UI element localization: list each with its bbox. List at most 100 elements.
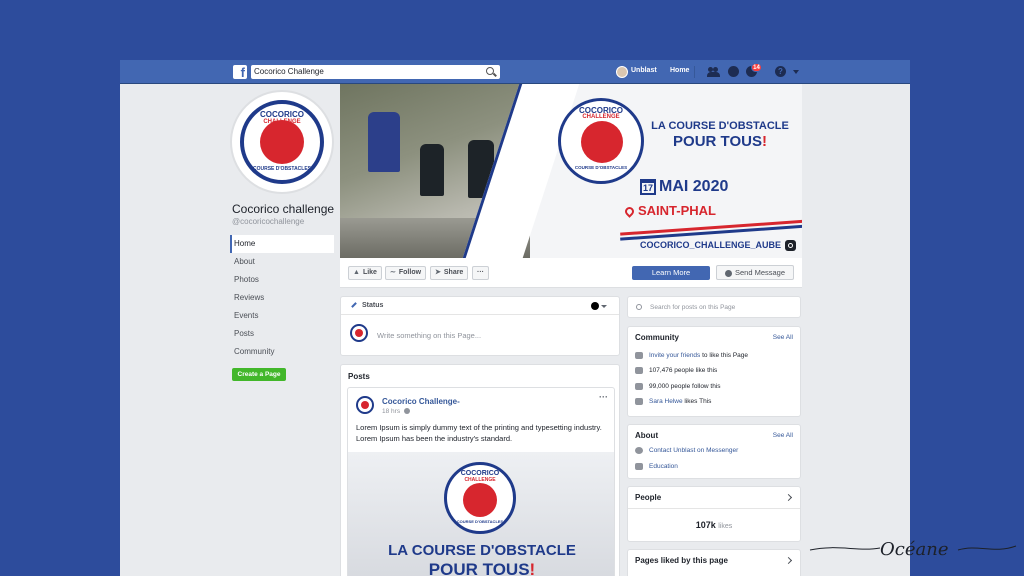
- people-heading: People: [635, 493, 662, 502]
- likes-row: 107,476 people like this: [635, 366, 717, 376]
- like-button[interactable]: ▲ Like: [348, 266, 382, 280]
- search-input-value: Cocorico Challenge: [254, 67, 324, 76]
- create-page-button[interactable]: Create a Page: [232, 368, 286, 381]
- friend-requests-icon[interactable]: [707, 67, 720, 77]
- sidebar-item-reviews[interactable]: Reviews: [230, 289, 334, 307]
- cover-headline: LA COURSE D'OBSTACLE POUR TOUS!: [650, 120, 790, 150]
- send-message-button[interactable]: Send Message: [716, 265, 794, 280]
- rooster-icon: [260, 120, 304, 164]
- follows-count-text: 99,000 people follow this: [649, 383, 721, 390]
- rooster-icon: [463, 483, 497, 517]
- friend-name-link[interactable]: Sara Helwe: [649, 398, 683, 405]
- status-tab-label: Status: [362, 302, 384, 309]
- cover-instagram: COCORICO_CHALLENGE_AUBE: [640, 240, 797, 252]
- invite-friends-link[interactable]: Invite your friends: [649, 352, 700, 359]
- help-icon[interactable]: ?: [775, 66, 786, 77]
- page-search-input[interactable]: Search for posts on this Page: [650, 304, 735, 311]
- contact-messenger-link[interactable]: Contact Unblast on Messenger: [649, 447, 738, 454]
- cover-headline-line2: POUR TOUS!: [650, 133, 790, 150]
- more-options-button[interactable]: ···: [472, 266, 489, 280]
- posts-heading: Posts: [348, 372, 370, 381]
- account-menu-caret-icon[interactable]: [793, 70, 799, 74]
- search-icon: [636, 304, 642, 310]
- community-card: Community See All Invite your friends to…: [627, 326, 801, 417]
- page-profile-picture[interactable]: COCORICO CHALLENGE COURSE D'OBSTACLES: [230, 90, 334, 194]
- page-logo: COCORICO CHALLENGE COURSE D'OBSTACLES: [240, 100, 324, 184]
- post-image[interactable]: COCORICO CHALLENGE COURSE D'OBSTACLES LA…: [348, 452, 614, 576]
- search-input[interactable]: Cocorico Challenge: [251, 65, 500, 79]
- pages-liked-card[interactable]: Pages liked by this page: [627, 549, 801, 576]
- community-heading: Community: [635, 333, 679, 342]
- sidebar-item-home[interactable]: Home: [230, 235, 334, 253]
- audience-selector-icon[interactable]: [591, 302, 599, 310]
- sidebar-item-about[interactable]: About: [230, 253, 334, 271]
- user-avatar[interactable]: [616, 66, 628, 78]
- post-menu-button[interactable]: ···: [599, 392, 608, 402]
- about-heading: About: [635, 431, 659, 440]
- cover-location-text: SAINT-PHAL: [638, 203, 716, 218]
- composer-avatar: [350, 324, 368, 342]
- page-sidebar-menu: Home About Photos Reviews Events Posts C…: [230, 235, 334, 361]
- chevron-right-icon: [784, 556, 793, 565]
- sidebar-item-posts[interactable]: Posts: [230, 325, 334, 343]
- rooster-icon: [581, 121, 623, 163]
- page-posts-search[interactable]: Search for posts on this Page: [627, 296, 801, 318]
- post-body-text: Lorem Ipsum is simply dummy text of the …: [356, 423, 602, 443]
- facebook-logo-icon[interactable]: f: [233, 65, 247, 79]
- sidebar-item-events[interactable]: Events: [230, 307, 334, 325]
- thumbs-up-icon: [635, 366, 643, 374]
- chevron-down-icon[interactable]: [601, 305, 607, 308]
- messenger-icon: [724, 269, 732, 277]
- cover-logo-text-mid: CHALLENGE: [582, 114, 620, 120]
- messenger-icon[interactable]: [728, 66, 739, 77]
- globe-icon: [404, 408, 411, 415]
- share-arrow-icon: ➤: [435, 269, 441, 276]
- cover-date-text: MAI 2020: [659, 178, 729, 195]
- logo-text-bottom: COURSE D'OBSTACLES: [252, 166, 312, 172]
- post-image-headline1: LA COURSE D'OBSTACLE: [388, 542, 576, 559]
- status-tab[interactable]: Status: [341, 297, 619, 315]
- friend-likes-row: Sara Helwe likes This: [635, 397, 711, 407]
- cover-photo[interactable]: COCORICO CHALLENGE COURSE D'OBSTACLES LA…: [340, 84, 802, 258]
- community-see-all-link[interactable]: See All: [773, 334, 793, 341]
- rss-icon: ∼: [390, 269, 396, 276]
- follows-row: 99,000 people follow this: [635, 382, 721, 392]
- people-count-number: 107k: [695, 520, 716, 530]
- search-icon[interactable]: [486, 67, 494, 75]
- sidebar-item-community[interactable]: Community: [230, 343, 334, 361]
- status-input[interactable]: Write something on this Page...: [377, 331, 481, 340]
- invite-friends-icon: [635, 351, 643, 359]
- sidebar-item-photos[interactable]: Photos: [230, 271, 334, 289]
- cover-logo-text-bottom: COURSE D'OBSTACLES: [574, 165, 628, 170]
- page-action-bar: ▲ Like ∼ Follow ➤ Share ··· Learn More Send…: [340, 258, 802, 288]
- post-author-avatar[interactable]: [356, 396, 374, 414]
- post-image-logo: COCORICO CHALLENGE COURSE D'OBSTACLES: [444, 462, 516, 534]
- category-row: Education: [635, 462, 678, 472]
- runner-figure: [368, 112, 400, 172]
- cover-date: 17 MAI 2020: [640, 178, 728, 196]
- post-author-link[interactable]: Cocorico Challenge-: [382, 397, 460, 406]
- post-timestamp[interactable]: 18 hrs: [382, 408, 411, 415]
- share-button[interactable]: ➤ Share: [430, 266, 469, 280]
- nav-home-link[interactable]: Home: [670, 67, 689, 74]
- learn-more-button[interactable]: Learn More: [632, 266, 710, 280]
- signature-watermark: Océane: [809, 539, 1017, 560]
- people-header[interactable]: People: [628, 487, 800, 509]
- runner-figure: [420, 144, 444, 196]
- location-pin-icon: [623, 205, 636, 218]
- contact-row: Contact Unblast on Messenger: [635, 446, 738, 456]
- category-link[interactable]: Education: [649, 463, 678, 470]
- post-image-headline2-text: POUR TOUS: [428, 560, 530, 576]
- category-icon: [635, 462, 643, 470]
- follow-button[interactable]: ∼ Follow: [385, 266, 427, 280]
- cover-headline-line2-text: POUR TOUS: [673, 133, 762, 150]
- posts-section: Posts Cocorico Challenge- 18 hrs ··· Lor…: [340, 364, 620, 576]
- cover-headline-mark: !: [761, 133, 767, 150]
- about-see-all-link[interactable]: See All: [773, 432, 793, 439]
- chevron-right-icon: [784, 493, 793, 502]
- post-image-headline2: POUR TOUS!: [348, 560, 614, 576]
- page-handle[interactable]: @cocoricochallenge: [232, 217, 304, 226]
- invite-friends-rest: to like this Page: [702, 352, 749, 359]
- nav-user-name[interactable]: Unblast: [631, 67, 657, 74]
- post-logo-text-bottom: COURSE D'OBSTACLES: [456, 519, 504, 524]
